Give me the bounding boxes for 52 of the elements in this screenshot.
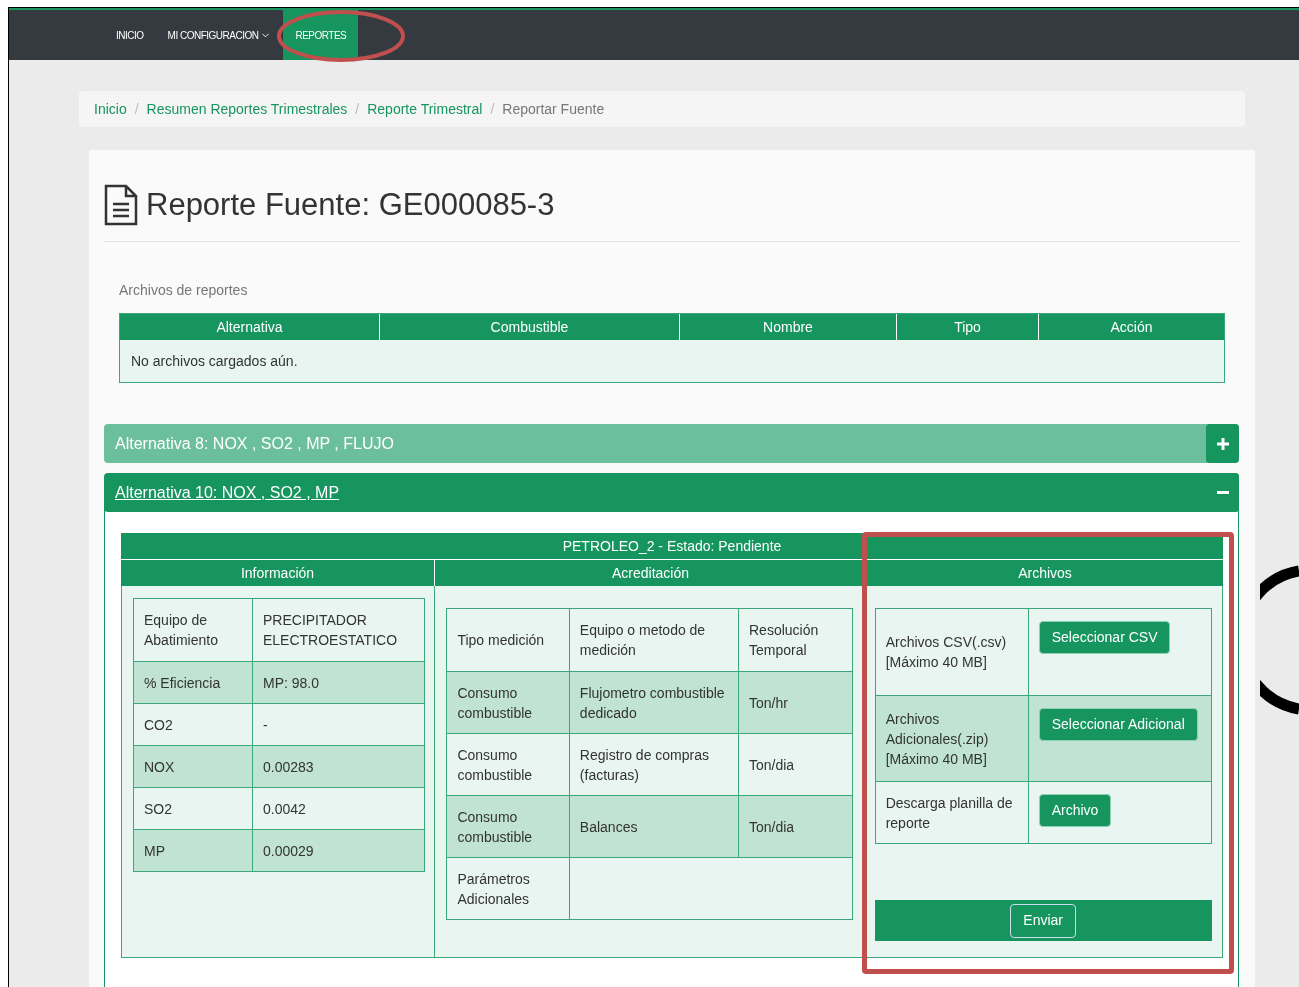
- table-cell-text: PRECIPITADOR ELECTROESTATICO: [262, 611, 399, 650]
- accordion-header[interactable]: Alternativa 8: NOX , SO2 , MP , FLUJO: [104, 424, 1239, 463]
- page-title: Reporte Fuente: GE000085-3: [146, 186, 555, 224]
- table-cell-text: 0.0042: [262, 799, 307, 819]
- nav-link[interactable]: MI CONFIGURACION: [155, 10, 284, 60]
- file-select-button[interactable]: Seleccionar CSV: [1038, 621, 1171, 654]
- breadcrumb-separator: /: [133, 99, 140, 119]
- table-cell: Balances: [569, 796, 739, 857]
- table-cell-text: Resolución Temporal: [748, 621, 820, 660]
- column-header: Archivos: [867, 560, 1223, 586]
- table-cell: Descarga planilla de reporte: [875, 782, 1029, 843]
- column-header: Información: [121, 560, 435, 586]
- table-cell: Parámetros Adicionales: [447, 858, 571, 919]
- minus-icon: [1216, 491, 1229, 494]
- toggle-button[interactable]: [1206, 424, 1239, 463]
- table-cell: Flujometro combustible dedicado: [569, 672, 739, 733]
- breadcrumb-separator: /: [489, 99, 496, 119]
- empty-message: No archivos cargados aún.: [130, 351, 299, 371]
- column-header: Tipo: [897, 314, 1039, 340]
- accordion-header[interactable]: Alternativa 10: NOX , SO2 , MP: [104, 473, 1239, 512]
- file-select-button[interactable]: Archivo: [1038, 794, 1112, 827]
- table-cell-text: -: [262, 715, 269, 735]
- accordion-title: Alternativa 10: NOX , SO2 , MP: [115, 482, 340, 503]
- column-header: Nombre: [680, 314, 897, 340]
- column-header: Alternativa: [120, 314, 380, 340]
- breadcrumb-link[interactable]: Reporte Trimestral: [367, 98, 483, 120]
- table-cell: Consumo combustible: [447, 796, 570, 857]
- table-cell: MP: [134, 830, 253, 871]
- table-cell-text: Ton/dia: [748, 755, 796, 775]
- table-cell: NOX: [134, 746, 253, 787]
- nav-link[interactable]: INICIO: [104, 10, 156, 60]
- table-cell-text: Ton/dia: [748, 817, 796, 837]
- table-cell-text: 0.00029: [262, 841, 315, 861]
- plus-icon: [1216, 437, 1229, 450]
- submit-button[interactable]: Enviar: [1010, 903, 1076, 938]
- panel-title-bar: PETROLEO_2 - Estado: Pendiente: [121, 533, 1223, 560]
- document-icon: [104, 184, 138, 226]
- table-cell-text: MP: 98.0: [262, 673, 321, 693]
- table-cell-text: 0.00283: [262, 757, 315, 777]
- column-header: Combustible: [380, 314, 680, 340]
- section-label: Archivos de reportes: [119, 281, 249, 300]
- table-cell: % Eficiencia: [134, 662, 253, 703]
- breadcrumb-separator: /: [354, 99, 361, 119]
- table-cell-text: Ton/hr: [748, 693, 789, 713]
- current-page-label: Reportar Fuente: [502, 99, 605, 119]
- file-select-button[interactable]: Seleccionar Adicional: [1038, 708, 1198, 741]
- breadcrumb-link[interactable]: Resumen Reportes Trimestrales: [146, 98, 348, 120]
- breadcrumb-link[interactable]: Inicio: [94, 98, 127, 120]
- table-cell: Archivos Adicionales(.zip) [Máximo 40 MB]: [875, 696, 1029, 781]
- accordion-title: Alternativa 8: NOX , SO2 , MP , FLUJO: [115, 433, 394, 454]
- column-header: Acción: [1109, 317, 1154, 337]
- table-cell: Consumo combustible: [447, 672, 570, 733]
